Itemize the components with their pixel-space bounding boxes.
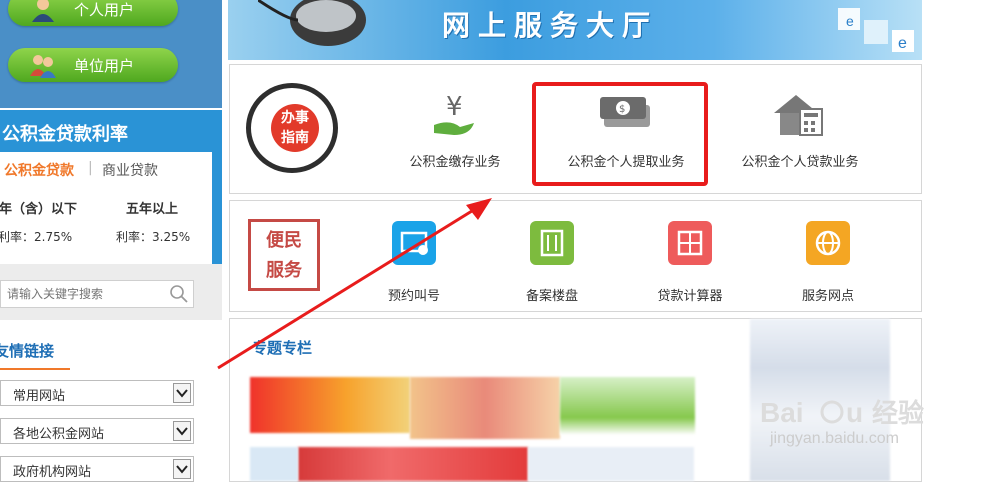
service-hall-banner: 网上服务大厅 e e: [228, 0, 922, 60]
watermark-url: jingyan.baidu.com: [770, 430, 899, 447]
guide-seal-text: 办事 指南: [271, 104, 319, 152]
company-user-label: 单位用户: [74, 56, 135, 75]
select-common-sites-value: 常用网站: [13, 389, 66, 404]
service-outlets-label: 服务网点: [801, 289, 854, 304]
person-icon: [30, 0, 56, 22]
topic-banner-2[interactable]: [410, 377, 560, 439]
group-icon: [30, 52, 56, 78]
select-common-sites[interactable]: 常用网站: [0, 380, 194, 406]
svg-text:Bai: Bai: [760, 397, 804, 428]
tab-separator: |: [88, 160, 93, 176]
quick-loan-calculator[interactable]: 贷款计算器: [657, 221, 723, 311]
ie-cubes-icon: e e: [838, 8, 914, 52]
convenience-seal-line2: 服务: [266, 260, 302, 281]
convenience-service-panel: 便民 服务 预约叫号 备案楼盘 贷款计算器 服务网点: [229, 200, 922, 312]
convenience-seal-logo: 便民 服务: [248, 219, 320, 291]
personal-user-label: 个人用户: [74, 0, 135, 19]
registered-buildings-label: 备案楼盘: [525, 289, 578, 304]
svg-text:经验: 经验: [872, 398, 924, 429]
globe-icon: [806, 221, 850, 265]
withdrawal-highlight-box: [532, 82, 708, 186]
mouse-icon: [258, 0, 366, 46]
building-icon: [530, 221, 574, 265]
baidu-logo-watermark: Bai u 经验: [760, 397, 924, 429]
guide-seal-line1: 办事: [281, 110, 309, 126]
company-user-button[interactable]: 单位用户: [8, 48, 178, 82]
topic-banner-4[interactable]: [298, 447, 528, 481]
tab-commercial-loan[interactable]: 商业贷款: [102, 160, 158, 180]
rate-value-long: 利率：3.25%: [116, 230, 191, 244]
guide-seal-logo: 办事 指南: [246, 83, 338, 173]
banner-title: 网上服务大厅: [442, 9, 659, 42]
deposit-service[interactable]: ¥ 公积金缴存业务: [400, 65, 510, 193]
loan-calculator-label: 贷款计算器: [657, 289, 723, 304]
yen-hand-icon: ¥: [434, 92, 474, 135]
select-government-sites[interactable]: 政府机构网站: [0, 456, 194, 482]
select-provident-sites[interactable]: 各地公积金网站: [0, 418, 194, 444]
select-government-sites-value: 政府机构网站: [13, 465, 92, 480]
calculator-icon: [668, 221, 712, 265]
topic-banner-5[interactable]: [250, 447, 298, 481]
rate-heading-short: 五年（含）以下: [0, 202, 78, 217]
personal-user-button[interactable]: 个人用户: [8, 0, 178, 26]
left-lower-panel: 友情链接 常用网站 各地公积金网站 政府机构网站: [0, 264, 222, 482]
chevron-down-icon: [173, 383, 191, 403]
select-provident-sites-value: 各地公积金网站: [13, 427, 105, 442]
convenience-seal-line1: 便民: [266, 230, 302, 251]
title-underline: [0, 368, 70, 370]
house-calculator-icon: [774, 95, 823, 136]
friend-links-panel: 友情链接 常用网站 各地公积金网站 政府机构网站: [0, 320, 222, 482]
special-topics-title: 专题专栏: [252, 339, 313, 357]
svg-text:e: e: [898, 35, 907, 52]
chevron-down-icon: [173, 459, 191, 479]
search-icon[interactable]: [169, 284, 189, 308]
quick-appointment[interactable]: 预约叫号: [388, 221, 440, 311]
chevron-down-icon: [173, 421, 191, 441]
search-field: [0, 280, 194, 308]
friend-links-title: 友情链接: [0, 342, 55, 360]
tab-provident-loan[interactable]: 公积金贷款: [4, 160, 74, 180]
deposit-service-label: 公积金缴存业务: [409, 155, 501, 170]
user-login-panel: 个人用户 单位用户: [0, 0, 222, 108]
quick-registered-buildings[interactable]: 备案楼盘: [526, 221, 578, 311]
svg-text:u: u: [846, 397, 863, 428]
topic-banner-6[interactable]: [528, 447, 694, 481]
rate-heading-long: 五年以上: [126, 202, 179, 217]
topic-banner-1[interactable]: [250, 377, 410, 433]
loan-service[interactable]: 公积金个人贷款业务: [730, 65, 870, 193]
loan-rate-content: 公积金贷款 | 商业贷款 五年（含）以下 五年以上 利率：2.75% 利率：3.…: [0, 152, 212, 264]
guide-seal-line2: 指南: [281, 130, 309, 146]
loan-service-label: 公积金个人贷款业务: [741, 155, 859, 170]
svg-text:e: e: [846, 13, 854, 29]
svg-text:¥: ¥: [446, 92, 463, 122]
appointment-icon: [392, 221, 436, 265]
loan-rate-title: 公积金贷款利率: [2, 124, 128, 145]
rate-value-short: 利率：2.75%: [0, 230, 73, 244]
topic-banner-3[interactable]: [560, 377, 695, 435]
appointment-label: 预约叫号: [387, 289, 440, 304]
quick-service-outlets[interactable]: 服务网点: [802, 221, 854, 311]
search-input[interactable]: [1, 281, 167, 307]
loan-rate-panel: 公积金贷款利率 公积金贷款 | 商业贷款 五年（含）以下 五年以上 利率：2.7…: [0, 110, 222, 264]
